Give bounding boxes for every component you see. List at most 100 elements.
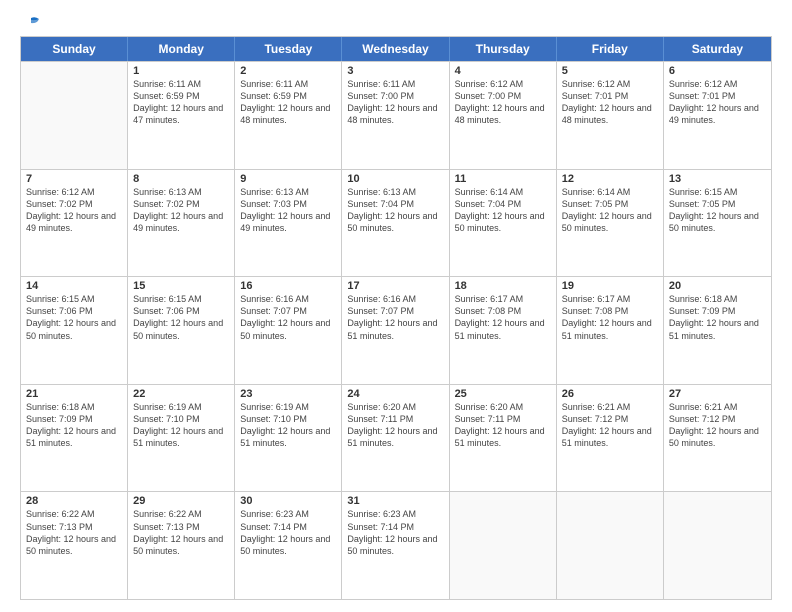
col-header-thursday: Thursday [450, 37, 557, 61]
cal-cell: 23Sunrise: 6:19 AM Sunset: 7:10 PM Dayli… [235, 385, 342, 492]
day-number: 29 [133, 495, 229, 507]
day-number: 19 [562, 280, 658, 292]
week-row-4: 21Sunrise: 6:18 AM Sunset: 7:09 PM Dayli… [21, 384, 771, 492]
day-info: Sunrise: 6:12 AM Sunset: 7:02 PM Dayligh… [26, 186, 122, 235]
col-header-sunday: Sunday [21, 37, 128, 61]
cal-cell: 16Sunrise: 6:16 AM Sunset: 7:07 PM Dayli… [235, 277, 342, 384]
day-number: 17 [347, 280, 443, 292]
day-number: 7 [26, 173, 122, 185]
day-number: 14 [26, 280, 122, 292]
cal-cell: 7Sunrise: 6:12 AM Sunset: 7:02 PM Daylig… [21, 170, 128, 277]
cal-cell: 10Sunrise: 6:13 AM Sunset: 7:04 PM Dayli… [342, 170, 449, 277]
day-info: Sunrise: 6:17 AM Sunset: 7:08 PM Dayligh… [455, 293, 551, 342]
day-number: 5 [562, 65, 658, 77]
day-number: 21 [26, 388, 122, 400]
cal-cell: 14Sunrise: 6:15 AM Sunset: 7:06 PM Dayli… [21, 277, 128, 384]
day-info: Sunrise: 6:20 AM Sunset: 7:11 PM Dayligh… [347, 401, 443, 450]
cal-cell: 1Sunrise: 6:11 AM Sunset: 6:59 PM Daylig… [128, 62, 235, 169]
day-number: 24 [347, 388, 443, 400]
week-row-1: 1Sunrise: 6:11 AM Sunset: 6:59 PM Daylig… [21, 61, 771, 169]
day-info: Sunrise: 6:15 AM Sunset: 7:06 PM Dayligh… [26, 293, 122, 342]
day-number: 9 [240, 173, 336, 185]
day-number: 28 [26, 495, 122, 507]
day-info: Sunrise: 6:14 AM Sunset: 7:04 PM Dayligh… [455, 186, 551, 235]
cal-cell: 11Sunrise: 6:14 AM Sunset: 7:04 PM Dayli… [450, 170, 557, 277]
day-info: Sunrise: 6:22 AM Sunset: 7:13 PM Dayligh… [26, 508, 122, 557]
cal-cell: 6Sunrise: 6:12 AM Sunset: 7:01 PM Daylig… [664, 62, 771, 169]
page: SundayMondayTuesdayWednesdayThursdayFrid… [0, 0, 792, 612]
day-info: Sunrise: 6:11 AM Sunset: 6:59 PM Dayligh… [240, 78, 336, 127]
col-header-friday: Friday [557, 37, 664, 61]
cal-cell: 2Sunrise: 6:11 AM Sunset: 6:59 PM Daylig… [235, 62, 342, 169]
cal-cell: 28Sunrise: 6:22 AM Sunset: 7:13 PM Dayli… [21, 492, 128, 599]
day-number: 6 [669, 65, 766, 77]
cal-cell: 5Sunrise: 6:12 AM Sunset: 7:01 PM Daylig… [557, 62, 664, 169]
cal-cell: 18Sunrise: 6:17 AM Sunset: 7:08 PM Dayli… [450, 277, 557, 384]
cal-cell: 27Sunrise: 6:21 AM Sunset: 7:12 PM Dayli… [664, 385, 771, 492]
cal-cell: 12Sunrise: 6:14 AM Sunset: 7:05 PM Dayli… [557, 170, 664, 277]
day-info: Sunrise: 6:15 AM Sunset: 7:06 PM Dayligh… [133, 293, 229, 342]
day-info: Sunrise: 6:12 AM Sunset: 7:00 PM Dayligh… [455, 78, 551, 127]
cal-cell: 4Sunrise: 6:12 AM Sunset: 7:00 PM Daylig… [450, 62, 557, 169]
day-info: Sunrise: 6:21 AM Sunset: 7:12 PM Dayligh… [562, 401, 658, 450]
col-header-tuesday: Tuesday [235, 37, 342, 61]
cal-cell: 8Sunrise: 6:13 AM Sunset: 7:02 PM Daylig… [128, 170, 235, 277]
cal-cell [21, 62, 128, 169]
day-info: Sunrise: 6:21 AM Sunset: 7:12 PM Dayligh… [669, 401, 766, 450]
day-number: 11 [455, 173, 551, 185]
day-number: 25 [455, 388, 551, 400]
day-number: 26 [562, 388, 658, 400]
day-number: 8 [133, 173, 229, 185]
cal-cell: 30Sunrise: 6:23 AM Sunset: 7:14 PM Dayli… [235, 492, 342, 599]
cal-cell: 31Sunrise: 6:23 AM Sunset: 7:14 PM Dayli… [342, 492, 449, 599]
day-number: 10 [347, 173, 443, 185]
cal-cell [450, 492, 557, 599]
week-row-2: 7Sunrise: 6:12 AM Sunset: 7:02 PM Daylig… [21, 169, 771, 277]
cal-cell: 3Sunrise: 6:11 AM Sunset: 7:00 PM Daylig… [342, 62, 449, 169]
day-number: 27 [669, 388, 766, 400]
day-number: 4 [455, 65, 551, 77]
week-row-3: 14Sunrise: 6:15 AM Sunset: 7:06 PM Dayli… [21, 276, 771, 384]
cal-cell: 20Sunrise: 6:18 AM Sunset: 7:09 PM Dayli… [664, 277, 771, 384]
col-header-saturday: Saturday [664, 37, 771, 61]
logo [20, 18, 43, 28]
day-info: Sunrise: 6:17 AM Sunset: 7:08 PM Dayligh… [562, 293, 658, 342]
col-header-wednesday: Wednesday [342, 37, 449, 61]
calendar: SundayMondayTuesdayWednesdayThursdayFrid… [20, 36, 772, 600]
day-info: Sunrise: 6:19 AM Sunset: 7:10 PM Dayligh… [240, 401, 336, 450]
logo-bird-icon [21, 16, 43, 32]
day-number: 13 [669, 173, 766, 185]
day-info: Sunrise: 6:12 AM Sunset: 7:01 PM Dayligh… [562, 78, 658, 127]
week-row-5: 28Sunrise: 6:22 AM Sunset: 7:13 PM Dayli… [21, 491, 771, 599]
cal-cell: 17Sunrise: 6:16 AM Sunset: 7:07 PM Dayli… [342, 277, 449, 384]
day-info: Sunrise: 6:18 AM Sunset: 7:09 PM Dayligh… [669, 293, 766, 342]
header [20, 18, 772, 28]
day-info: Sunrise: 6:11 AM Sunset: 6:59 PM Dayligh… [133, 78, 229, 127]
day-info: Sunrise: 6:13 AM Sunset: 7:04 PM Dayligh… [347, 186, 443, 235]
cal-cell: 26Sunrise: 6:21 AM Sunset: 7:12 PM Dayli… [557, 385, 664, 492]
cal-cell: 9Sunrise: 6:13 AM Sunset: 7:03 PM Daylig… [235, 170, 342, 277]
cal-cell: 22Sunrise: 6:19 AM Sunset: 7:10 PM Dayli… [128, 385, 235, 492]
day-number: 31 [347, 495, 443, 507]
day-info: Sunrise: 6:12 AM Sunset: 7:01 PM Dayligh… [669, 78, 766, 127]
day-info: Sunrise: 6:22 AM Sunset: 7:13 PM Dayligh… [133, 508, 229, 557]
day-info: Sunrise: 6:16 AM Sunset: 7:07 PM Dayligh… [240, 293, 336, 342]
day-info: Sunrise: 6:20 AM Sunset: 7:11 PM Dayligh… [455, 401, 551, 450]
calendar-header: SundayMondayTuesdayWednesdayThursdayFrid… [21, 37, 771, 61]
calendar-body: 1Sunrise: 6:11 AM Sunset: 6:59 PM Daylig… [21, 61, 771, 599]
day-info: Sunrise: 6:23 AM Sunset: 7:14 PM Dayligh… [240, 508, 336, 557]
cal-cell: 24Sunrise: 6:20 AM Sunset: 7:11 PM Dayli… [342, 385, 449, 492]
day-number: 18 [455, 280, 551, 292]
cal-cell: 13Sunrise: 6:15 AM Sunset: 7:05 PM Dayli… [664, 170, 771, 277]
day-number: 12 [562, 173, 658, 185]
day-number: 22 [133, 388, 229, 400]
cal-cell [664, 492, 771, 599]
cal-cell: 19Sunrise: 6:17 AM Sunset: 7:08 PM Dayli… [557, 277, 664, 384]
day-info: Sunrise: 6:16 AM Sunset: 7:07 PM Dayligh… [347, 293, 443, 342]
cal-cell [557, 492, 664, 599]
day-info: Sunrise: 6:13 AM Sunset: 7:03 PM Dayligh… [240, 186, 336, 235]
day-number: 1 [133, 65, 229, 77]
day-number: 20 [669, 280, 766, 292]
day-info: Sunrise: 6:11 AM Sunset: 7:00 PM Dayligh… [347, 78, 443, 127]
day-info: Sunrise: 6:23 AM Sunset: 7:14 PM Dayligh… [347, 508, 443, 557]
